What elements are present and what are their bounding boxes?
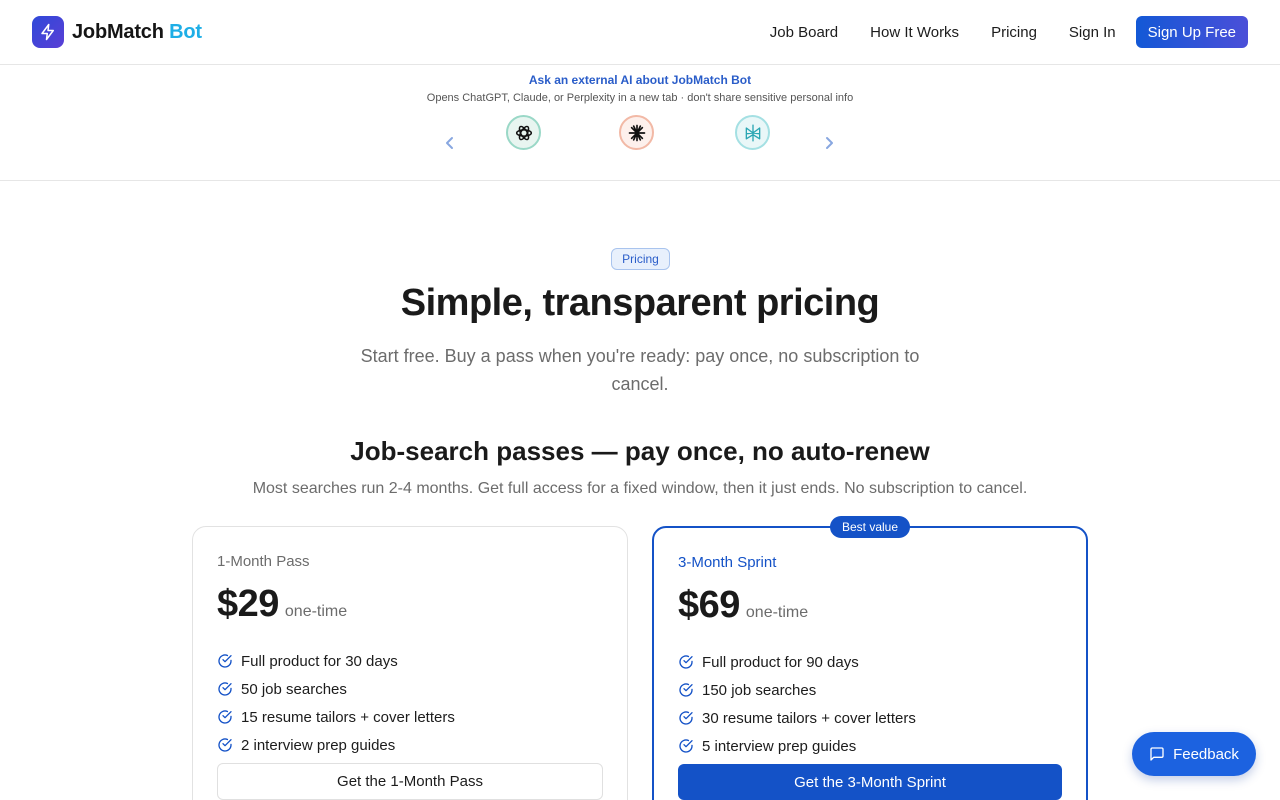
plan-price-row: $69 one-time bbox=[678, 584, 808, 627]
passes-title: Job-search passes — pay once, no auto-re… bbox=[350, 436, 930, 466]
plan-price: $29 bbox=[217, 583, 279, 625]
list-item: 15 resume tailors + cover letters bbox=[217, 703, 455, 731]
plan-card-1-month: 1-Month Pass $29 one-time Full product f… bbox=[192, 526, 628, 800]
list-item: Full product for 30 days bbox=[217, 647, 455, 675]
plan-price-note: one-time bbox=[745, 604, 809, 621]
logo[interactable]: JobMatch Bot bbox=[32, 16, 202, 48]
page-subtitle: Start free. Buy a pass when you're ready… bbox=[360, 346, 920, 394]
list-item: 150 job searches bbox=[678, 676, 916, 704]
main-nav: Job Board How It Works Pricing Sign In S… bbox=[770, 16, 1248, 48]
check-circle-icon bbox=[678, 682, 694, 698]
check-circle-icon bbox=[678, 654, 694, 670]
sign-up-button[interactable]: Sign Up Free bbox=[1135, 16, 1248, 48]
nav-how-it-works[interactable]: How It Works bbox=[870, 24, 959, 41]
list-item: Full product for 90 days bbox=[678, 648, 916, 676]
check-circle-icon bbox=[217, 653, 233, 669]
plan-features: Full product for 90 days 150 job searche… bbox=[678, 648, 916, 760]
feedback-button[interactable]: Feedback bbox=[1132, 732, 1256, 776]
plan-price: $69 bbox=[678, 584, 740, 626]
list-item: 30 resume tailors + cover letters bbox=[678, 704, 916, 732]
buy-3-month-button[interactable]: Get the 3-Month Sprint bbox=[678, 764, 1062, 800]
plan-card-3-month: 3-Month Sprint $69 one-time Full product… bbox=[652, 526, 1088, 800]
list-item: 2 interview prep guides bbox=[217, 731, 455, 759]
passes-subtitle: Most searches run 2-4 months. Get full a… bbox=[252, 480, 1028, 497]
ask-ai-strip: Ask an external AI about JobMatch Bot Op… bbox=[0, 65, 1280, 181]
claude-icon[interactable] bbox=[619, 115, 654, 150]
check-circle-icon bbox=[217, 681, 233, 697]
ask-ai-title: Ask an external AI about JobMatch Bot bbox=[528, 73, 752, 87]
nav-pricing[interactable]: Pricing bbox=[991, 24, 1037, 41]
perplexity-icon[interactable] bbox=[735, 115, 770, 150]
feedback-label: Feedback bbox=[1173, 745, 1239, 763]
check-circle-icon bbox=[217, 737, 233, 753]
chat-bubble-icon bbox=[1149, 746, 1165, 762]
plan-features: Full product for 30 days 50 job searches… bbox=[217, 647, 455, 759]
list-item: 5 interview prep guides bbox=[678, 732, 916, 760]
carousel-prev-icon[interactable] bbox=[444, 134, 456, 155]
site-header: JobMatch Bot Job Board How It Works Pric… bbox=[0, 0, 1280, 65]
plan-name: 1-Month Pass bbox=[217, 553, 310, 570]
chatgpt-icon[interactable] bbox=[506, 115, 541, 150]
best-value-badge: Best value bbox=[830, 516, 910, 538]
logo-text: JobMatch Bot bbox=[72, 20, 202, 43]
check-circle-icon bbox=[678, 738, 694, 754]
buy-1-month-button[interactable]: Get the 1-Month Pass bbox=[217, 763, 603, 800]
check-circle-icon bbox=[217, 709, 233, 725]
page-title: Simple, transparent pricing bbox=[400, 282, 880, 324]
check-circle-icon bbox=[678, 710, 694, 726]
carousel-next-icon[interactable] bbox=[823, 134, 835, 155]
pricing-badge: Pricing bbox=[611, 248, 670, 270]
list-item: 50 job searches bbox=[217, 675, 455, 703]
lightning-icon bbox=[32, 16, 64, 48]
plan-price-note: one-time bbox=[284, 603, 348, 620]
ask-ai-subtitle: Opens ChatGPT, Claude, or Perplexity in … bbox=[426, 92, 854, 104]
nav-job-board[interactable]: Job Board bbox=[770, 24, 838, 41]
plan-name: 3-Month Sprint bbox=[678, 554, 777, 571]
nav-sign-in[interactable]: Sign In bbox=[1069, 24, 1116, 41]
plan-price-row: $29 one-time bbox=[217, 583, 347, 626]
